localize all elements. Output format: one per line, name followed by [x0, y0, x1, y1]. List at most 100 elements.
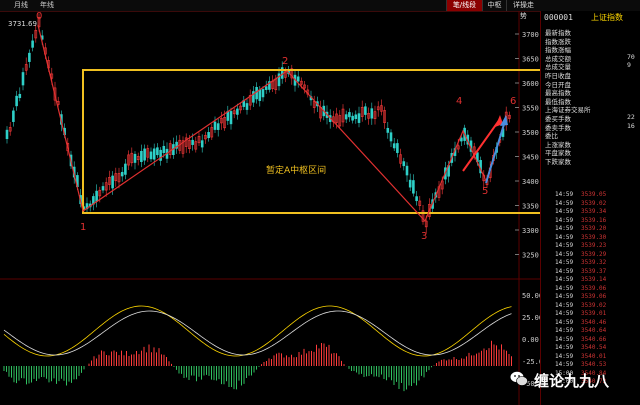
dif-line [313, 308, 317, 310]
dea-line [373, 324, 377, 328]
dif-line [258, 346, 262, 350]
stock-code: 000001 [544, 13, 573, 22]
dif-line [263, 343, 267, 346]
dif-line [158, 309, 162, 312]
dea-line [81, 345, 85, 348]
dif-line [36, 354, 40, 356]
dif-line [476, 324, 480, 327]
dif-line [23, 348, 27, 351]
candle-body [120, 171, 124, 177]
dea-line [306, 320, 310, 323]
dif-line [11, 340, 15, 343]
dif-line [101, 322, 105, 326]
dea-line [408, 348, 412, 351]
dea-line [111, 324, 115, 327]
tick-price: 3539.34 [581, 208, 607, 215]
tab-yearly[interactable]: 年线 [40, 0, 54, 11]
dif-line [216, 350, 220, 353]
dif-line [486, 316, 490, 320]
candle-body [229, 111, 233, 125]
candle-body [261, 89, 265, 98]
dif-line [468, 330, 472, 334]
dif-line [123, 308, 127, 311]
dif-line [413, 354, 417, 356]
tick-row: 14:59 3540.53 [555, 361, 606, 368]
candle-body [351, 115, 354, 121]
dif-line [306, 311, 310, 314]
dea-line [508, 313, 512, 315]
wave-stroke-line [37, 24, 508, 223]
tick-row: 14:59 3539.23 [555, 242, 606, 249]
dea-line [93, 336, 97, 340]
tab-stroke-segment[interactable]: 笔/线段 [446, 0, 482, 11]
dea-line [136, 311, 140, 314]
tab-pivot[interactable]: 中枢 [482, 0, 506, 11]
candle-body [140, 150, 143, 162]
dea-line [118, 319, 122, 322]
dea-line [188, 327, 192, 330]
wave-label-2: 2 [282, 56, 288, 67]
candlestick-chart[interactable]: 3700 3650 3600 3550 3500 3450 3400 3350 3300 3250… [0, 11, 540, 405]
dif-line [203, 343, 207, 346]
tab-monthly[interactable]: 月线 [14, 0, 28, 11]
dea-line [311, 317, 315, 320]
dif-line [73, 344, 77, 347]
dea-line [201, 336, 205, 339]
dif-line [103, 320, 107, 324]
dif-line [298, 316, 302, 319]
candle-body [15, 95, 18, 107]
dif-line [293, 319, 297, 323]
dea-line [391, 337, 395, 340]
dif-line [438, 351, 442, 354]
dif-line [78, 340, 82, 344]
dif-line [213, 349, 217, 352]
dif-line [76, 342, 80, 346]
dea-line [186, 325, 190, 328]
dif-line [343, 308, 347, 311]
dif-line [441, 350, 445, 353]
dif-line [463, 334, 467, 338]
dif-line [188, 331, 192, 334]
dif-line [108, 317, 112, 320]
tab-detailed-trend[interactable]: 详操走势 [506, 0, 540, 20]
tick-row: 14:59 3539.06 [555, 285, 606, 292]
dea-line [181, 322, 185, 325]
dif-line [66, 349, 70, 352]
dea-line [316, 314, 320, 317]
dea-line [83, 343, 87, 346]
dif-line [456, 340, 460, 344]
dea-line [451, 349, 455, 351]
dif-line [98, 324, 102, 328]
dif-line [478, 322, 482, 325]
blue-arrow-line [485, 120, 506, 184]
tick-price: 3539.20 [581, 225, 607, 232]
candle-body [258, 89, 262, 101]
tick-row: 14:59 3539.05 [555, 191, 606, 198]
dea-line [103, 329, 107, 333]
dif-line [33, 353, 37, 355]
dea-line [483, 327, 487, 330]
dea-line [138, 311, 142, 313]
dif-line [403, 350, 407, 353]
candle-body [412, 180, 415, 194]
dea-line [486, 325, 490, 329]
dea-line [503, 315, 507, 318]
dif-line [286, 325, 290, 329]
dea-line [288, 332, 292, 335]
candle-body [28, 52, 31, 62]
dif-line [291, 321, 295, 325]
candle-body [152, 148, 156, 160]
tick-price: 3539.02 [581, 199, 607, 207]
dif-line [248, 352, 252, 354]
dif-line [96, 326, 100, 330]
dif-line [111, 315, 115, 318]
dea-line [68, 351, 72, 354]
candle-body [264, 86, 268, 90]
dea-line [471, 336, 475, 339]
dea-line [463, 341, 467, 345]
dea-line [321, 312, 325, 315]
tick-time: 14:59 [555, 225, 574, 232]
tick-row: 14:59 3540.01 [555, 353, 606, 360]
candle-body [12, 110, 15, 122]
dea-line [13, 337, 17, 340]
